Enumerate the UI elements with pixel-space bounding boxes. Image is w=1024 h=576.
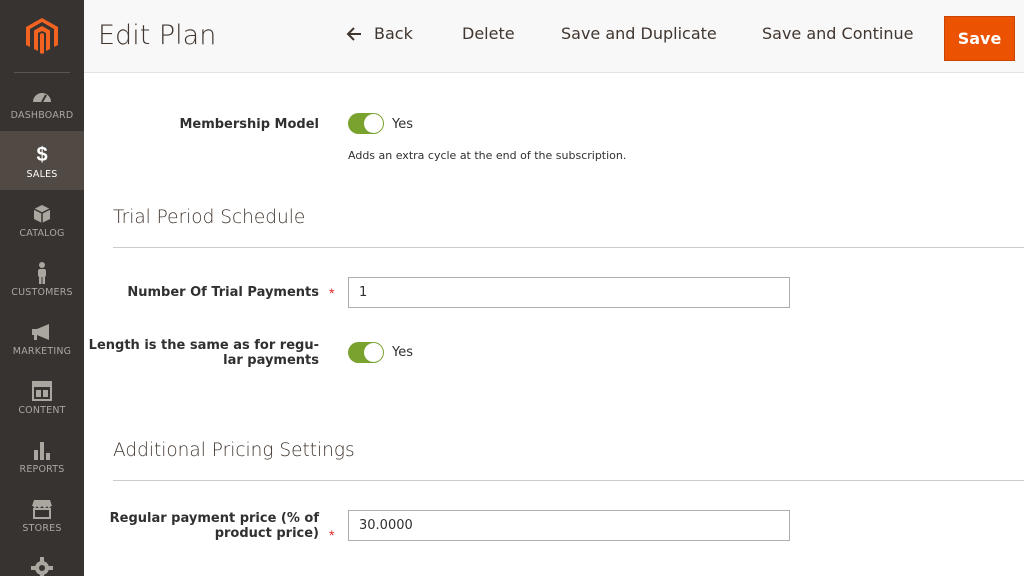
trial-period-section-title: Trial Period Schedule (113, 207, 306, 228)
membership-model-label: Membership Model (179, 117, 319, 132)
nav-label: MARKETING (12, 346, 72, 357)
toggle-knob (364, 114, 383, 133)
nav-dashboard[interactable]: DASHBOARD (0, 72, 84, 131)
nav-stores[interactable]: STORES (0, 485, 84, 544)
toggle-knob (364, 343, 383, 362)
nav-sales[interactable]: $ SALES (0, 131, 84, 190)
section-divider (113, 247, 1024, 248)
regular-price-input[interactable] (348, 510, 790, 541)
trial-payments-label: Number Of Trial Payments (127, 285, 319, 300)
regular-price-label: Regular payment price (% of product pric… (110, 511, 319, 541)
membership-model-value: Yes (392, 117, 413, 132)
gear-icon (31, 557, 53, 576)
pricing-section-title: Additional Pricing Settings (113, 440, 355, 461)
length-same-value: Yes (392, 345, 413, 360)
nav-label: SALES (26, 169, 58, 180)
nav-label: CATALOG (19, 228, 65, 239)
nav-label: DASHBOARD (10, 110, 74, 121)
storefront-icon (31, 499, 53, 519)
length-same-label-line1: Length is the same as for regu- (88, 338, 319, 353)
nav-label: CUSTOMERS (11, 287, 73, 298)
arrow-left-icon (346, 26, 362, 41)
nav-label: REPORTS (19, 464, 65, 475)
box-icon (31, 204, 53, 224)
section-divider (113, 480, 1024, 481)
save-and-duplicate-button[interactable]: Save and Duplicate (561, 24, 717, 43)
membership-model-note: Adds an extra cycle at the end of the su… (348, 149, 627, 162)
dashboard-gauge-icon (31, 86, 53, 106)
nav-label: STORES (22, 523, 62, 534)
nav-customers[interactable]: CUSTOMERS (0, 249, 84, 308)
megaphone-icon (31, 322, 53, 342)
regular-price-label-line1: Regular payment price (% of (109, 511, 319, 526)
save-and-continue-button[interactable]: Save and Continue (762, 24, 914, 43)
admin-sidebar: DASHBOARD $ SALES CATALOG CUSTOMERS MARK… (0, 0, 84, 576)
page-title: Edit Plan (98, 20, 217, 51)
nav-content[interactable]: CONTENT (0, 367, 84, 426)
nav-reports[interactable]: REPORTS (0, 426, 84, 485)
nav-label: CONTENT (18, 405, 66, 416)
regular-price-label-line2: product price) (214, 526, 319, 541)
length-same-label-line2: lar payments (223, 353, 319, 368)
trial-payments-input[interactable] (348, 277, 790, 308)
page-header: Edit Plan Back Delete Save and Duplicate… (84, 0, 1024, 73)
required-asterisk: * (329, 285, 335, 301)
length-same-toggle[interactable] (348, 342, 384, 363)
dollar-icon: $ (36, 143, 48, 166)
nav-system[interactable] (0, 544, 84, 576)
back-button[interactable]: Back (346, 24, 413, 43)
save-button[interactable]: Save (944, 16, 1015, 61)
person-icon (31, 262, 53, 284)
required-asterisk: * (329, 527, 335, 543)
membership-model-toggle[interactable] (348, 113, 384, 134)
magento-logo[interactable] (0, 0, 84, 72)
delete-button[interactable]: Delete (462, 24, 515, 43)
bar-chart-icon (31, 440, 53, 460)
nav-catalog[interactable]: CATALOG (0, 190, 84, 249)
nav-marketing[interactable]: MARKETING (0, 308, 84, 367)
back-button-label: Back (374, 24, 413, 43)
layout-icon (31, 381, 53, 401)
length-same-label: Length is the same as for regu- lar paym… (89, 338, 319, 368)
